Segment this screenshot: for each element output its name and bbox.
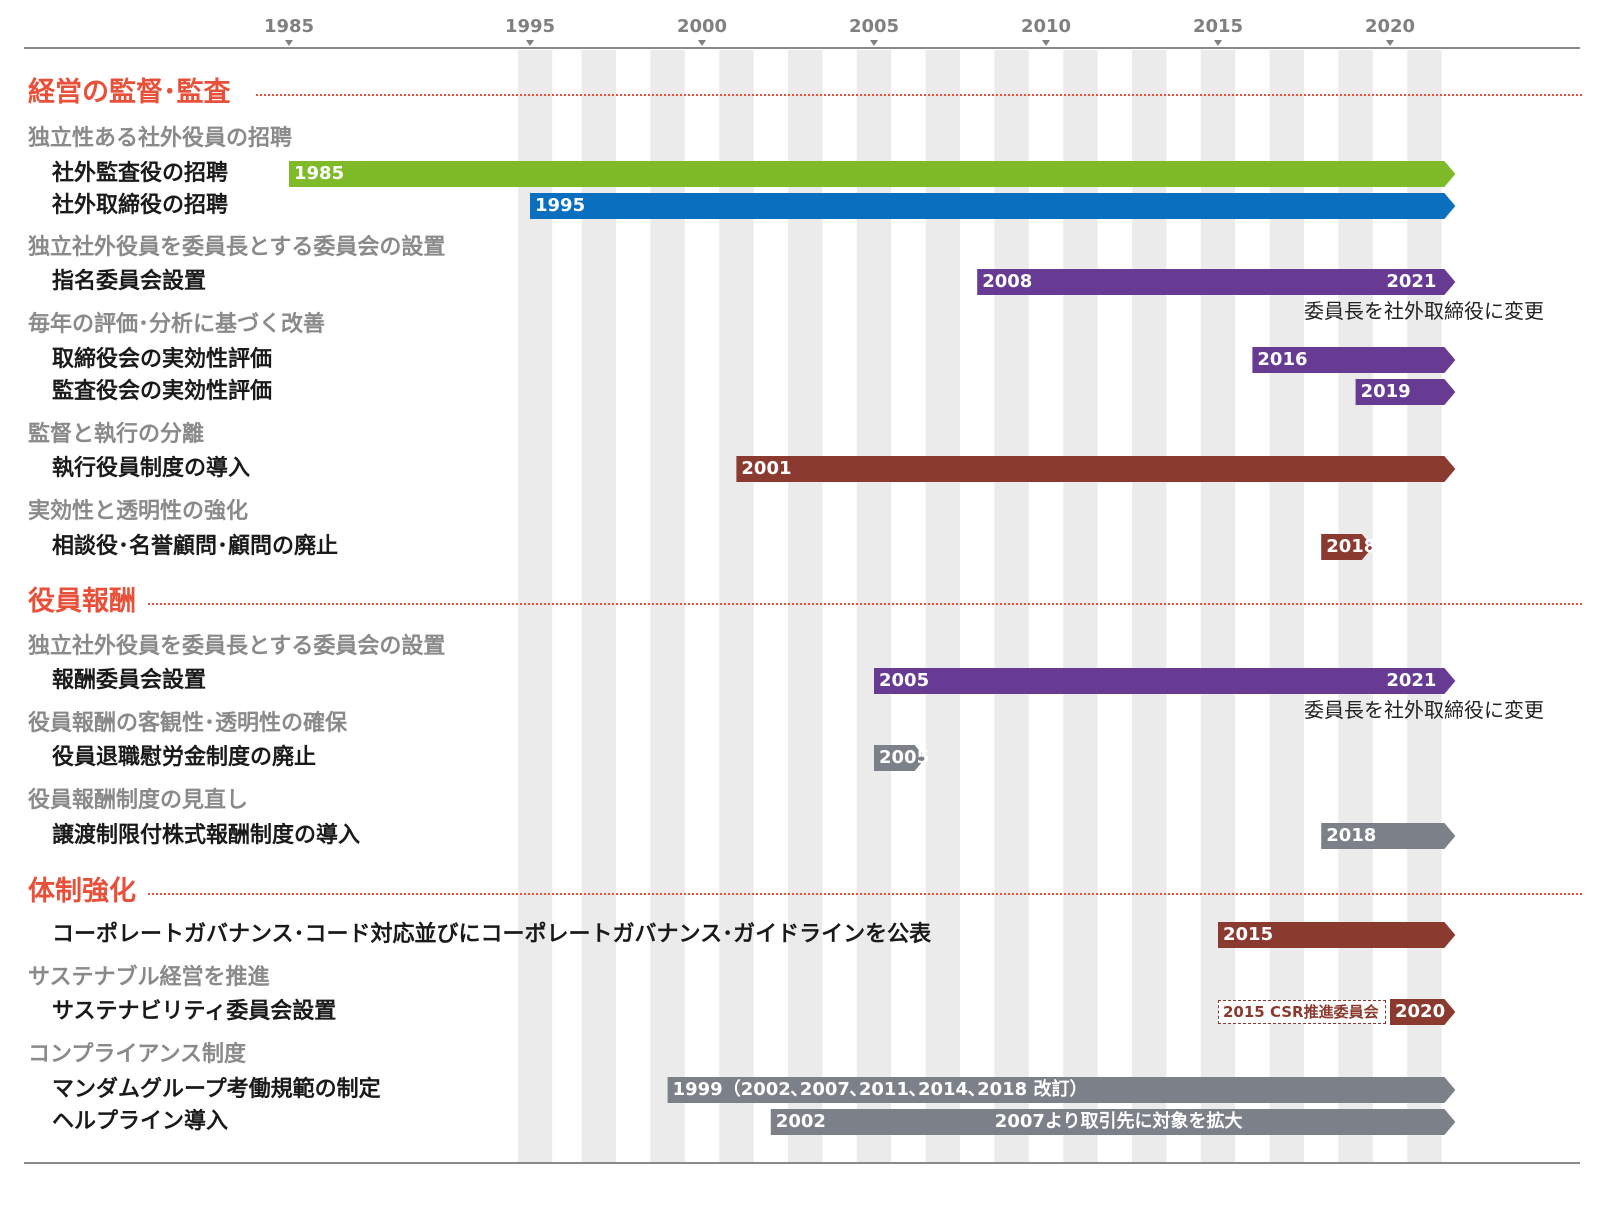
- group-title: 実効性と透明性の強化: [28, 499, 249, 524]
- group-title: 役員報酬の客観性･透明性の確保: [28, 711, 348, 736]
- item-label: 取締役会の実効性評価: [52, 347, 273, 372]
- axis-tick-label: 1985: [263, 16, 315, 37]
- group-title: 独立社外役員を委員長とする委員会の設置: [28, 235, 446, 260]
- bar-start-label: 2018: [1326, 825, 1377, 846]
- bar-note: 委員長を社外取締役に変更: [1304, 299, 1544, 323]
- axis-tick-mark: [1042, 40, 1050, 46]
- item-label: マンダムグループ考働規範の制定: [52, 1077, 381, 1102]
- item-label: 報酬委員会設置: [52, 668, 207, 693]
- group-title: 監督と執行の分離: [28, 422, 205, 447]
- bar-start-label: 2019: [1360, 381, 1411, 402]
- bar-start-label: 2016: [1257, 349, 1308, 370]
- bar-note: 委員長を社外取締役に変更: [1304, 698, 1544, 722]
- bar-start-label: 2008: [982, 271, 1033, 292]
- bar-start-label: 2015: [1223, 924, 1274, 945]
- section-divider: [148, 893, 1582, 895]
- bar-start-label: 2018: [1326, 536, 1377, 557]
- axis-tick-label: 1995: [504, 16, 556, 37]
- axis-tick-mark: [1214, 40, 1222, 46]
- axis-tick-label: 2005: [848, 16, 900, 37]
- bar-start-label: 1985: [294, 163, 345, 184]
- item-label: コーポレートガバナンス･コード対応並びにコーポレートガバナンス･ガイドラインを公…: [52, 922, 932, 947]
- item-label: ヘルプライン導入: [52, 1109, 229, 1134]
- axis-tick-mark: [698, 40, 706, 46]
- bar-start-label: 2001: [741, 458, 792, 479]
- group-title: 毎年の評価･分析に基づく改善: [28, 312, 326, 337]
- axis-line-bottom: [24, 1162, 1580, 1164]
- item-label: 指名委員会設置: [52, 269, 207, 294]
- item-label: 役員退職慰労金制度の廃止: [52, 745, 317, 770]
- bar-start-label: 1995: [535, 195, 586, 216]
- section-divider: [148, 603, 1582, 605]
- section-divider: [256, 94, 1582, 96]
- axis-tick-mark: [1386, 40, 1394, 46]
- bar-start-label: 2005: [879, 747, 930, 768]
- bar-mid-label: 2007より取引先に対象を拡大: [994, 1111, 1243, 1132]
- item-label: 社外取締役の招聘: [52, 193, 229, 218]
- bar-start-label: 2005: [879, 670, 930, 691]
- section-title: 経営の監督･監査: [28, 76, 237, 110]
- axis-tick-mark: [285, 40, 293, 46]
- bar-end-label: 2021: [1386, 670, 1437, 691]
- group-title: コンプライアンス制度: [28, 1042, 247, 1067]
- item-label: サステナビリティ委員会設置: [52, 999, 337, 1024]
- axis-tick-label: 2000: [676, 16, 728, 37]
- item-label: 譲渡制限付株式報酬制度の導入: [52, 823, 361, 848]
- group-title: 独立社外役員を委員長とする委員会の設置: [28, 634, 446, 659]
- governance-timeline-chart: 1985 1995 2000 2005 2010 2015 2020 経営の監督･監査独立性あ…: [0, 0, 1600, 1208]
- timeline-labels: 1985 1995 2000 2005 2010 2015 2020 経営の監督･監査独立性あ…: [0, 0, 1600, 1208]
- axis-tick-label: 2020: [1364, 16, 1416, 37]
- item-label: 社外監査役の招聘: [52, 161, 229, 186]
- axis-tick-mark: [526, 40, 534, 46]
- section-title: 役員報酬: [28, 585, 142, 619]
- item-label: 相談役･名誉顧問･顧問の廃止: [52, 534, 339, 559]
- bar-start-label: 1999（2002､2007､2011､2014､2018 改訂）: [672, 1079, 1088, 1100]
- item-label: 執行役員制度の導入: [52, 456, 251, 481]
- bar-end-label: 2021: [1386, 271, 1437, 292]
- axis-line-top: [24, 47, 1580, 49]
- axis-tick-mark: [870, 40, 878, 46]
- bar-start-label: 2020: [1395, 1001, 1446, 1022]
- axis-tick-label: 2015: [1192, 16, 1244, 37]
- bar-start-label: 2002: [775, 1111, 826, 1132]
- axis-tick-label: 2010: [1020, 16, 1072, 37]
- item-label: 監査役会の実効性評価: [52, 379, 273, 404]
- section-title: 体制強化: [28, 875, 142, 909]
- group-title: 役員報酬制度の見直し: [28, 788, 249, 813]
- group-title: 独立性ある社外役員の招聘: [28, 126, 293, 151]
- csr-committee-box: 2015 CSR推進委員会: [1218, 1000, 1386, 1024]
- group-title: サステナブル経営を推進: [28, 965, 270, 990]
